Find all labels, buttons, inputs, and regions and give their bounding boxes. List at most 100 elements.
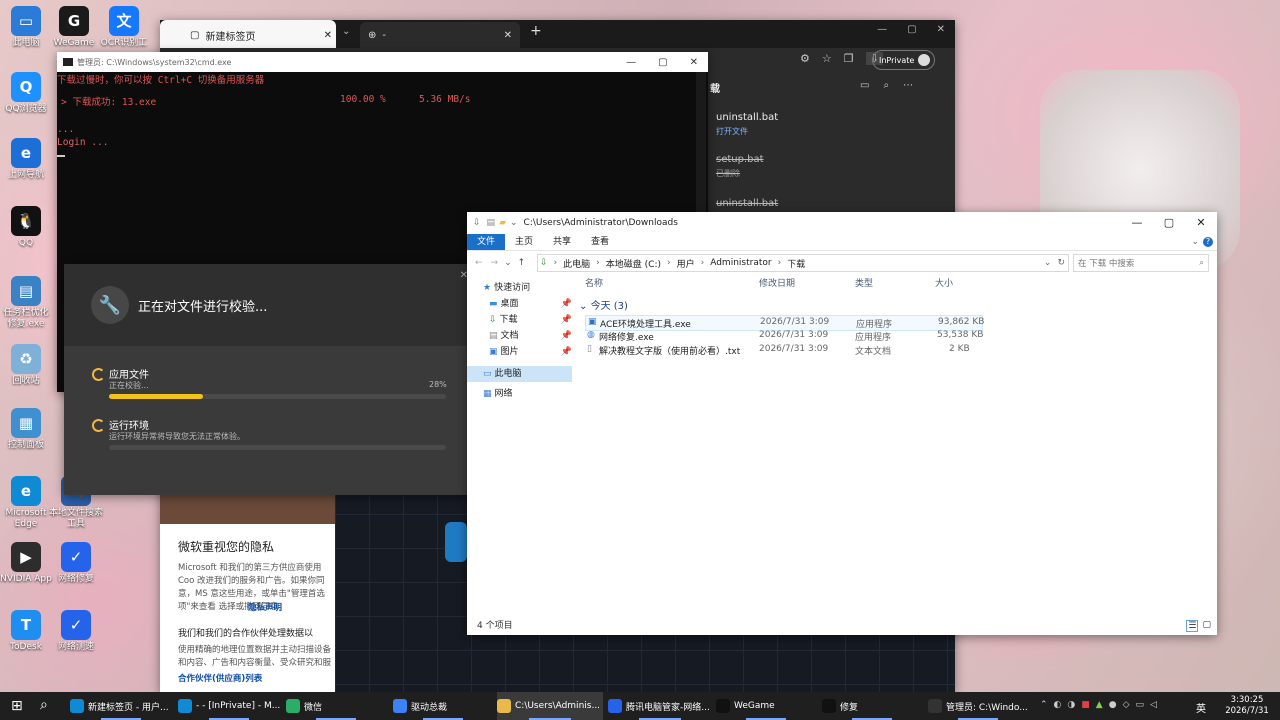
taskbar-item[interactable]: 修复 — [822, 692, 922, 720]
ribbon-tab-share[interactable]: 共享 — [543, 234, 581, 250]
breadcrumb-item[interactable]: 本地磁盘 (C:) — [606, 257, 661, 270]
privacy-statement-link[interactable]: 隐私声明 — [248, 601, 282, 613]
tray-overflow-icon[interactable]: ⌃ — [1040, 700, 1048, 710]
forward-icon[interactable]: → — [491, 258, 499, 268]
network-icon[interactable]: ▭ — [1135, 700, 1144, 710]
ribbon-tab-view[interactable]: 查看 — [581, 234, 619, 250]
volume-icon[interactable]: ◁ — [1150, 700, 1157, 710]
explorer-window[interactable]: ⇩ ▤ ▰ ⌄ C:\Users\Administrator\Downloads… — [467, 212, 1217, 635]
tab-new-tab[interactable]: ▢ 新建标签页 ✕ — [160, 20, 336, 50]
nav-item-pictures[interactable]: ▣ 图片 📌 — [467, 344, 572, 360]
collections-icon[interactable]: ❐ — [844, 52, 854, 65]
back-icon[interactable]: ← — [475, 258, 483, 268]
help-icon[interactable]: ? — [1203, 237, 1213, 247]
start-windows-icon[interactable]: ⊞ — [11, 698, 23, 714]
nav-item-downloads[interactable]: ⇩ 下载 📌 — [467, 312, 572, 328]
download-item[interactable]: uninstall.bat — [716, 198, 778, 209]
taskbar-item[interactable]: 腾讯电脑管家-网络... — [608, 692, 712, 720]
minimize-button[interactable]: — — [1121, 216, 1153, 229]
clock[interactable]: 3:30:25 2026/7/31 — [1222, 695, 1272, 717]
desktop-icon-item[interactable]: 文 OCR识别工 — [96, 6, 152, 49]
tray-app-icon[interactable]: ▲ — [1096, 700, 1103, 710]
partners-link[interactable]: 合作伙伴(供应商)列表 — [178, 672, 262, 684]
taskbar-item[interactable]: - - [InPrivate] - M... — [178, 692, 280, 720]
desktop-icon-item[interactable]: G WeGame — [46, 6, 102, 49]
nav-item-network[interactable]: ▦ 网络 — [467, 386, 572, 402]
ribbon-tab-home[interactable]: 主页 — [505, 234, 543, 250]
close-button[interactable]: ✕ — [1185, 216, 1217, 229]
desktop-icon-item[interactable]: T ToDesk — [0, 610, 54, 653]
verify-dialog[interactable]: 🔧 正在对文件进行校验... ✕ 应用文件 正在校验... 28% 运行环境 运… — [64, 264, 476, 495]
extensions-icon[interactable]: ⚙ — [800, 52, 810, 65]
maximize-button[interactable]: ▢ — [658, 57, 667, 68]
nav-item-documents[interactable]: ▤ 文档 📌 — [467, 328, 572, 344]
breadcrumb-item[interactable]: 用户 — [677, 257, 695, 270]
desktop-icon-item[interactable]: ♻ 回收站 — [0, 344, 54, 387]
download-item[interactable]: uninstall.bat 打开文件 — [716, 112, 778, 137]
taskbar-item[interactable]: 新建标签页 - 用户... — [70, 692, 172, 720]
column-header-date[interactable]: 修改日期 — [759, 276, 795, 289]
taskbar-item[interactable]: C:\Users\Adminis... — [497, 692, 603, 720]
page-button[interactable] — [445, 522, 467, 562]
chevron-down-icon[interactable]: ⌄ — [1044, 258, 1052, 268]
chevron-down-icon[interactable]: ⌄ — [1187, 234, 1203, 250]
tray-app-icon[interactable]: ◇ — [1123, 700, 1130, 710]
desktop-icon-item[interactable]: 🐧 QQ — [0, 206, 54, 249]
close-button[interactable]: ✕ — [937, 24, 945, 35]
download-item[interactable]: setup.bat 已删除 — [716, 154, 764, 179]
breadcrumb-item[interactable]: 下载 — [787, 257, 805, 270]
group-header[interactable]: ⌄ 今天 (3) — [579, 297, 628, 312]
column-header-size[interactable]: 大小 — [935, 276, 953, 289]
favorites-icon[interactable]: ☆ — [822, 52, 832, 65]
tray-app-icon[interactable]: ◑ — [1067, 700, 1075, 710]
desktop-icon-item[interactable]: e Microsoft Edge — [0, 476, 54, 530]
search-icon[interactable]: ⌕ — [883, 80, 889, 91]
file-row[interactable]: ◍ 网络修复.exe 2026/7/31 3:09 应用程序 53,538 KB — [585, 329, 983, 343]
folder-icon[interactable]: ▭ — [860, 80, 869, 91]
column-header-type[interactable]: 类型 — [855, 276, 873, 289]
more-icon[interactable]: ⋯ — [903, 80, 913, 91]
column-header-name[interactable]: 名称 — [585, 276, 603, 289]
nav-item-quick-access[interactable]: ★ 快速访问 — [467, 280, 572, 296]
properties-icon[interactable]: ▤ — [487, 218, 496, 228]
address-bar[interactable]: ⇩ › 此电脑 › 本地磁盘 (C:) › 用户 › Administrator… — [537, 254, 1069, 272]
quick-access-chevron-icon[interactable]: ⌄ — [510, 218, 518, 228]
taskbar-item[interactable]: 管理员: C:\Windo... — [928, 692, 1028, 720]
taskbar-item[interactable]: 微信 — [286, 692, 386, 720]
search-box[interactable]: 在 下载 中搜索 ⌕ — [1073, 254, 1209, 272]
nav-item-this-pc[interactable]: ▭ 此电脑 — [467, 366, 572, 382]
close-icon[interactable]: ✕ — [504, 30, 512, 41]
large-icons-view-icon[interactable]: ▢ — [1202, 620, 1211, 632]
ribbon-tab-file[interactable]: 文件 — [467, 234, 506, 250]
desktop-icon-item[interactable]: ▶ NVIDIA App — [0, 542, 54, 585]
ime-indicator[interactable]: 英 — [1196, 700, 1206, 715]
minimize-button[interactable]: — — [877, 24, 887, 35]
maximize-button[interactable]: ▢ — [907, 24, 916, 35]
desktop-icon-item[interactable]: ✓ 网络修复 — [48, 542, 104, 585]
taskbar-item[interactable]: 驱动总裁 — [393, 692, 493, 720]
close-button[interactable]: ✕ — [690, 57, 698, 68]
details-view-icon[interactable]: ☰ — [1186, 620, 1199, 632]
breadcrumb-item[interactable]: 此电脑 — [563, 257, 590, 270]
desktop-icon-item[interactable]: ✓ 网络测速 — [48, 610, 104, 653]
file-row[interactable]: ▯ 解决教程文字版（使用前必看）.txt 2026/7/31 3:09 文本文档… — [585, 343, 981, 357]
desktop-icon-item[interactable]: Q QQ浏览器 — [0, 72, 54, 115]
desktop-icon-item[interactable]: ▤ 任务栏优化 修复.exe — [0, 276, 54, 330]
search-icon[interactable]: ⌕ — [40, 697, 48, 713]
tray-app-icon[interactable]: ◐ — [1054, 700, 1062, 710]
desktop-icon-item[interactable]: ▦ 控制面板 — [0, 408, 54, 451]
open-file-link[interactable]: 打开文件 — [716, 126, 778, 137]
recent-chevron-icon[interactable]: ⌄ — [504, 258, 512, 268]
taskbar-item[interactable]: WeGame — [716, 692, 816, 720]
breadcrumb-item[interactable]: Administrator — [710, 258, 771, 268]
tray-app-icon[interactable]: ■ — [1081, 700, 1090, 710]
folder-icon[interactable]: ▰ — [499, 218, 506, 228]
inprivate-badge[interactable]: InPrivate — [872, 50, 936, 70]
chevron-down-icon[interactable]: ⌄ — [342, 26, 350, 37]
up-icon[interactable]: ↑ — [518, 258, 526, 268]
close-icon[interactable]: ✕ — [324, 30, 332, 41]
nav-item-desktop[interactable]: ▬ 桌面 📌 — [467, 296, 572, 312]
maximize-button[interactable]: ▢ — [1153, 216, 1185, 229]
desktop-icon-item[interactable]: e 上网导航 — [0, 138, 54, 181]
tray-app-icon[interactable]: ● — [1109, 700, 1117, 710]
